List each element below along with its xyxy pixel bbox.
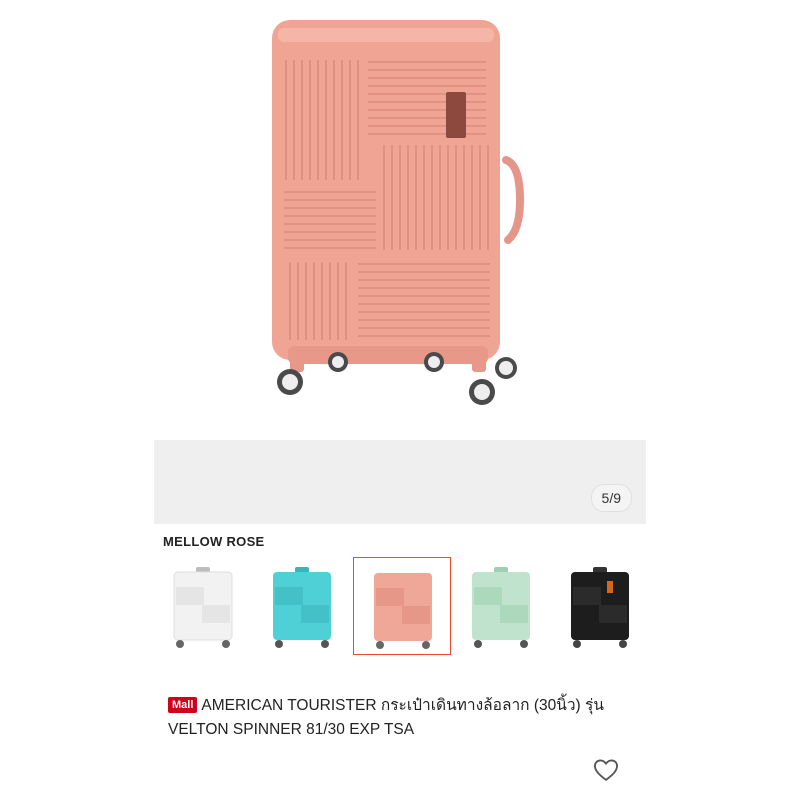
suitcase-thumbnail: [571, 567, 629, 648]
product-image[interactable]: [154, 0, 646, 440]
mall-badge: Mall: [168, 697, 198, 713]
image-gallery-footer: 5/9: [154, 440, 646, 524]
suitcase-thumbnail: [173, 567, 233, 648]
variant-swatch-white[interactable]: [154, 557, 252, 655]
suitcase-thumbnail: [472, 567, 530, 648]
product-title-block: Mall AMERICAN TOURISTER กระเป๋าเดินทางล้อ…: [168, 694, 638, 742]
variant-swatch-black[interactable]: [551, 557, 649, 655]
selected-variant-name: MELLOW ROSE: [163, 534, 265, 549]
suitcase-thumbnail: [273, 567, 331, 648]
variant-swatch-mint[interactable]: [452, 557, 550, 655]
product-title: AMERICAN TOURISTER กระเป๋าเดินทางล้อลาก …: [168, 697, 604, 738]
favorite-button[interactable]: [592, 756, 620, 784]
image-page-counter: 5/9: [590, 484, 632, 512]
suitcase-main-image: [272, 20, 525, 405]
variant-swatch-turquoise[interactable]: [253, 557, 351, 655]
suitcase-thumbnail: [374, 573, 432, 649]
heart-icon: [593, 759, 619, 781]
variant-swatch-mellow-rose[interactable]: [353, 557, 451, 655]
